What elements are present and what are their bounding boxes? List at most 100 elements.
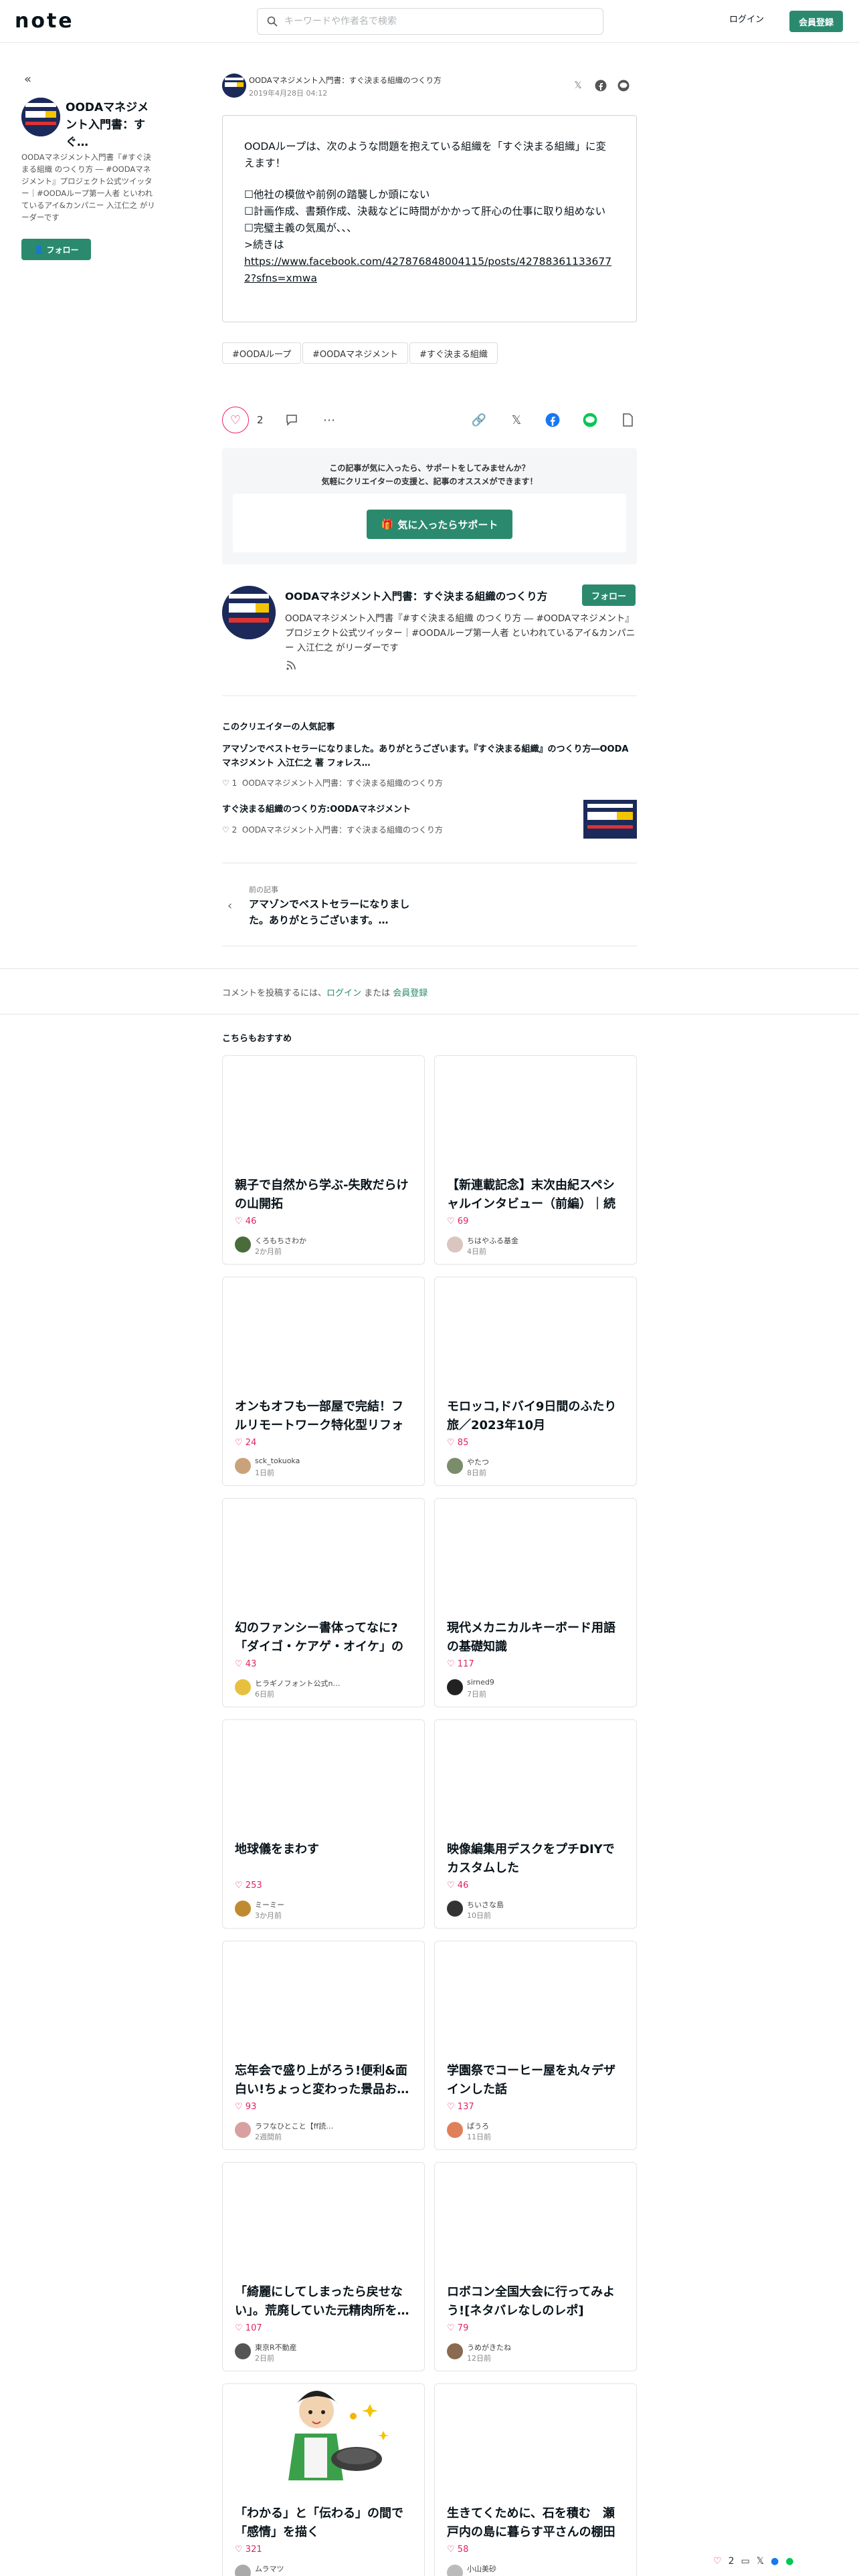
popular-article-author[interactable]: OODAマネジメント入門書：すぐ決まる組織のつくり方 [242,778,443,788]
card-author[interactable]: やたつ [467,1457,628,1467]
recommend-card[interactable]: モロッコ,ドバイ9日間のふたり旅／2023年10月 ♡ 85 やたつ 8日前 [434,1277,637,1486]
comment-signup-link[interactable]: 会員登録 [393,988,427,998]
sidebar-follow-button[interactable]: 👤 フォロー [21,239,91,260]
card-title[interactable]: 幻のファンシー書体ってなに?「ダイゴ・ケアゲ・オイケ」の不思議… [235,1619,414,1658]
author-avatar[interactable] [235,2565,251,2576]
facebook-icon[interactable] [593,78,609,94]
card-author[interactable]: ぱうろ [467,2121,628,2131]
creator-name[interactable]: OODAマネジメント入門書：すぐ決まる組織のつくり方 [285,588,566,603]
card-author[interactable]: ムラマツ [255,2563,415,2574]
card-title[interactable]: 「綺麗にしてしまったら戻せない」。荒廃していた元精肉所を… [235,2283,414,2321]
author-avatar[interactable] [447,2565,463,2576]
heart-icon[interactable]: ♡ [235,1216,243,1226]
author-avatar[interactable] [235,2122,251,2138]
support-button[interactable]: 🎁 気に入ったらサポート [367,510,512,539]
hatena-bookmark-icon[interactable] [618,411,637,429]
card-title[interactable]: 地球儀をまわす [235,1840,414,1859]
heart-icon[interactable]: ♡ [447,1659,455,1669]
card-thumbnail[interactable] [435,1277,636,1391]
heart-icon[interactable]: ♡ [447,1216,455,1226]
recommend-card[interactable]: ロボコン全国大会に行ってみよう![ネタバレなしのレポ] ♡ 79 うめがきたね 12日… [434,2162,637,2371]
chevron-left-icon[interactable]: ‹ [227,899,232,913]
facebook-share-icon[interactable]: ● [771,2556,779,2567]
recommend-card[interactable]: 現代メカニカルキーボード用語の基礎知識 ♡ 117 sirned9 7日前 [434,1498,637,1707]
heart-icon[interactable]: ♡ [447,2102,455,2112]
creator-follow-button[interactable]: フォロー [582,584,636,606]
copy-link-icon[interactable]: 🔗 [470,411,488,429]
card-author[interactable]: くろもちさわか [255,1235,415,1246]
card-title[interactable]: 現代メカニカルキーボード用語の基礎知識 [447,1619,626,1656]
search-box[interactable] [257,8,603,35]
heart-icon[interactable]: ♡ [235,1881,243,1891]
tag-ooda-loop[interactable]: #OODAループ [222,342,302,364]
heart-icon[interactable]: ♡ [222,825,229,835]
line-share-icon[interactable]: ● [785,2556,793,2567]
popular-article-thumbnail[interactable] [583,800,637,839]
author-avatar[interactable] [235,1237,251,1253]
sidebar-avatar[interactable] [21,98,60,136]
magazine-icon[interactable]: ▭ [741,2556,749,2567]
recommend-card[interactable]: 親子で自然から学ぶ-失敗だらけの山開拓 ♡ 46 くろもちさわか 2か月前 [222,1055,425,1265]
card-title[interactable]: 映像編集用デスクをプチDIYでカスタムした [447,1840,626,1878]
tag-ooda-management[interactable]: #OODAマネジメント [302,342,409,364]
tag-sugu-kimaru[interactable]: #すぐ決まる組織 [409,342,498,364]
creator-avatar[interactable] [222,586,276,639]
heart-icon[interactable]: ♡ [447,1438,455,1448]
card-thumbnail[interactable] [435,2384,636,2498]
heart-icon[interactable]: ♡ [447,2323,455,2333]
card-thumbnail[interactable] [223,1941,424,2055]
byline-avatar[interactable] [222,74,246,98]
note-logo[interactable]: note [15,9,74,33]
heart-icon[interactable]: ♡ [235,2545,243,2555]
card-thumbnail[interactable] [223,1277,424,1391]
sidebar-creator-name[interactable]: OODAマネジメント入門書：すぐ… [66,99,157,151]
card-title[interactable]: 【新連載記念】末次由紀スペシャルインタビュー（前編）｜続編… [447,1176,626,1215]
heart-icon[interactable]: ♡ [713,2556,722,2567]
card-thumbnail[interactable] [223,2163,424,2276]
popular-article-title[interactable]: アマゾンでベストセラーになりました。ありがとうございます。『すぐ決まる組織』のつ… [222,742,637,770]
card-thumbnail[interactable] [223,1720,424,1834]
author-avatar[interactable] [447,1237,463,1253]
card-author[interactable]: ラフなひとこと【ff読… [255,2121,415,2131]
author-avatar[interactable] [235,1458,251,1474]
x-share-icon[interactable]: 𝕏 [507,411,526,429]
card-title[interactable]: 学園祭でコーヒー屋を丸々デザインした話 [447,2062,626,2099]
card-thumbnail[interactable] [435,1056,636,1170]
heart-icon[interactable]: ♡ [235,1438,243,1448]
card-author[interactable]: ミーミー [255,1899,415,1910]
card-author[interactable]: 東京R不動産 [255,2342,415,2353]
popular-article-author[interactable]: OODAマネジメント入門書：すぐ決まる組織のつくり方 [242,825,443,835]
heart-icon[interactable]: ♡ [447,1881,455,1891]
card-author[interactable]: sck_tokuoka [255,1457,415,1465]
author-avatar[interactable] [447,2343,463,2359]
line-icon[interactable] [615,78,632,94]
card-author[interactable]: 小山美砂 [467,2563,628,2574]
byline-author-name[interactable]: OODAマネジメント入門書：すぐ決まる組織のつくり方 [249,75,442,86]
recommend-card[interactable]: オンもオフも一部屋で完結！フルリモートワーク特化型リフォー… ♡ 24 sck_to… [222,1277,425,1486]
card-title[interactable]: オンもオフも一部屋で完結！フルリモートワーク特化型リフォー… [235,1398,414,1436]
card-title[interactable]: 忘年会で盛り上がろう!便利&面白い!ちょっと変わった景品お… [235,2062,414,2099]
x-share-icon[interactable]: 𝕏 [570,78,586,94]
prev-article-title[interactable]: アマゾンでベストセラーになりました。ありがとうございます。… [249,896,423,928]
popular-article-title[interactable]: すぐ決まる組織のつくり方:OODAマネジメント [222,802,570,817]
heart-icon[interactable]: ♡ [235,2102,243,2112]
rss-icon[interactable] [286,661,296,673]
recommend-card[interactable]: 幻のファンシー書体ってなに?「ダイゴ・ケアゲ・オイケ」の不思議…♡ 43 ヒラギノ… [222,1498,425,1707]
heart-icon[interactable]: ♡ [222,778,229,788]
card-thumbnail[interactable] [223,1056,424,1170]
card-author[interactable]: ちはやふる基金 [467,1235,628,1246]
like-button[interactable]: ♡ [222,407,249,433]
recommend-card[interactable]: 映像編集用デスクをプチDIYでカスタムした ♡ 46 ちいさな島 10日前 [434,1719,637,1929]
card-author[interactable]: ヒラギノフォント公式n… [255,1678,415,1689]
recommend-card[interactable]: 地球儀をまわす ♡ 253 ミーミー 3か月前 [222,1719,425,1929]
signup-button[interactable]: 会員登録 [789,11,843,32]
card-title[interactable]: 生きてくために、石を積む 瀬戸内の島に暮らす平さんの棚田 [447,2504,626,2542]
author-avatar[interactable] [447,1679,463,1695]
card-thumbnail[interactable] [435,1720,636,1834]
like-count[interactable]: 2 [257,414,264,426]
card-thumbnail[interactable] [223,2384,424,2498]
line-share-icon[interactable] [581,411,599,429]
search-input[interactable] [284,16,579,27]
card-title[interactable]: 「わかる」と「伝わる」の間で「感情」を描く [235,2504,414,2542]
card-title[interactable]: ロボコン全国大会に行ってみよう![ネタバレなしのレポ] [447,2283,626,2321]
